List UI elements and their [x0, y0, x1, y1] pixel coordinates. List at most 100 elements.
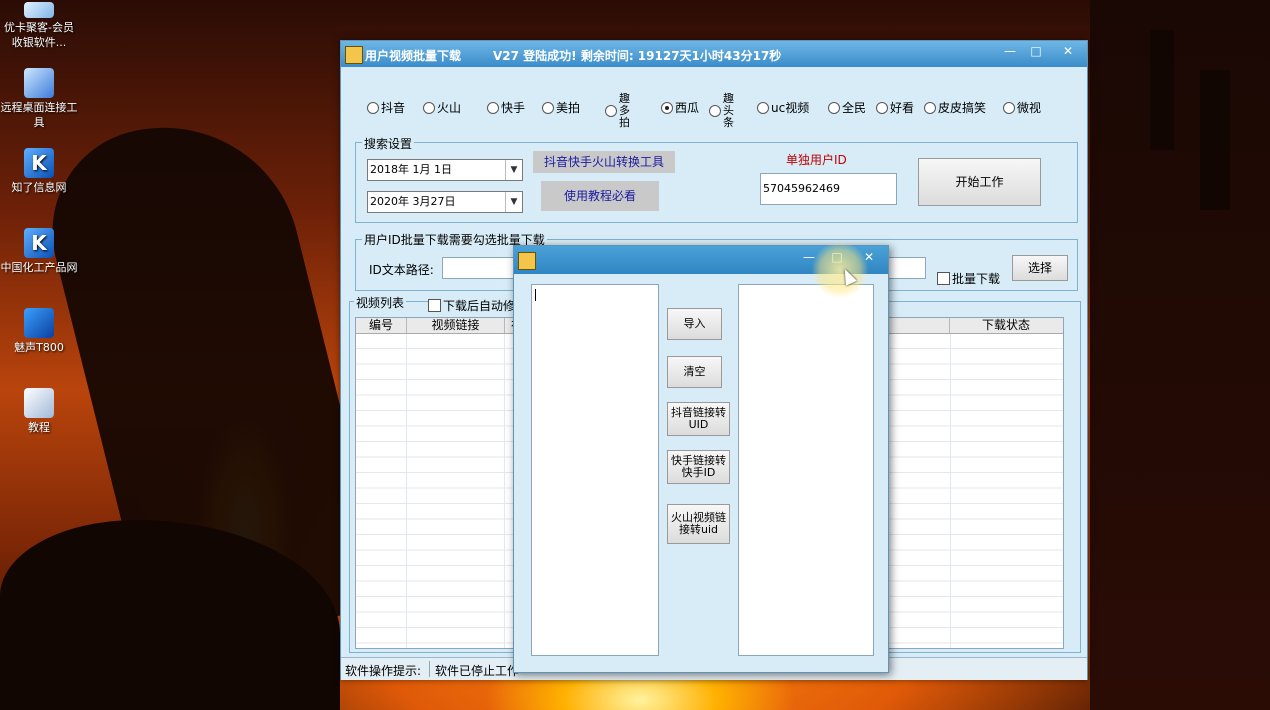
search-settings-title: 搜索设置: [362, 135, 415, 152]
start-date-picker[interactable]: 2018年 1月 1日 ▼: [367, 159, 523, 181]
k-app-icon: K: [24, 148, 54, 178]
douyin-link-to-uid-button[interactable]: 抖音链接转UID: [667, 402, 730, 436]
desktop-icon-label: 魅声T800: [14, 341, 64, 354]
convert-tool-button[interactable]: 抖音快手火山转换工具: [533, 151, 675, 173]
checkbox-label: 批量下载: [952, 272, 1001, 286]
radio-label: 美拍: [556, 101, 581, 115]
window-title: 用户视频批量下载: [365, 49, 462, 63]
radio-label: 趣头条: [723, 92, 734, 129]
radio-xigua[interactable]: 西瓜: [661, 99, 699, 116]
start-work-button[interactable]: 开始工作: [918, 158, 1041, 206]
wallpaper-tower-spire: [1200, 70, 1230, 210]
output-ids-textarea[interactable]: [738, 284, 874, 656]
app-icon: [345, 46, 363, 64]
radio-circle-icon: [828, 102, 840, 114]
import-button[interactable]: 导入: [667, 308, 722, 340]
radio-label: 趣多拍: [619, 92, 630, 129]
end-date-picker[interactable]: 2020年 3月27日 ▼: [367, 191, 523, 213]
single-user-id-label: 单独用户ID: [786, 153, 847, 167]
radio-pipigaoxiao[interactable]: 皮皮搞笑: [924, 99, 986, 116]
radio-circle-icon: [542, 102, 554, 114]
login-status: V27 登陆成功! 剩余时间: 19127天1小时43分17秒: [493, 49, 782, 63]
clear-button[interactable]: 清空: [667, 356, 722, 388]
radio-circle-icon: [876, 102, 888, 114]
radio-circle-icon: [757, 102, 769, 114]
status-divider: [429, 661, 430, 677]
desktop-icon-chemical[interactable]: K 中国化工产品网: [0, 228, 78, 275]
main-titlebar[interactable]: 用户视频批量下载 V27 登陆成功! 剩余时间: 19127天1小时43分17秒…: [341, 41, 1087, 67]
desktop-icon-label: 教程: [28, 421, 50, 434]
radio-label: 抖音: [381, 101, 406, 115]
close-button[interactable]: ✕: [1055, 42, 1081, 60]
k-app-icon: K: [24, 228, 54, 258]
radio-circle-icon: [709, 104, 721, 117]
radio-meipai[interactable]: 美拍: [542, 99, 580, 116]
app-icon: [518, 252, 536, 270]
single-user-id-input[interactable]: 57045962469: [760, 173, 897, 205]
huoshan-link-to-uid-button[interactable]: 火山视频链接转uid: [667, 504, 730, 544]
maximize-button[interactable]: □: [1023, 42, 1049, 60]
radio-label: uc视频: [771, 101, 810, 115]
radio-kuaishou[interactable]: 快手: [487, 99, 525, 116]
radio-circle-icon: [487, 102, 499, 114]
app-icon: [24, 2, 54, 18]
start-date-value: 2018年 1月 1日: [370, 163, 452, 176]
radio-qutoutiao[interactable]: 趣头条: [709, 93, 737, 129]
radio-circle-icon: [605, 104, 617, 117]
column-header-status[interactable]: 下载状态: [951, 318, 1061, 333]
auto-after-download-checkbox[interactable]: 下载后自动修: [428, 297, 516, 314]
radio-circle-icon: [423, 102, 435, 114]
input-links-textarea[interactable]: [531, 284, 659, 656]
radio-weishi[interactable]: 微视: [1003, 99, 1041, 116]
wallpaper-tower-spire: [1150, 30, 1174, 150]
radio-huoshan[interactable]: 火山: [423, 99, 461, 116]
radio-ucvideo[interactable]: uc视频: [757, 99, 809, 116]
status-hint-label: 软件操作提示:: [345, 664, 422, 678]
end-date-value: 2020年 3月27日: [370, 195, 456, 208]
radio-haokan[interactable]: 好看: [876, 99, 914, 116]
column-header-id[interactable]: 编号: [356, 318, 407, 333]
checkbox-label: 下载后自动修: [443, 299, 516, 313]
radio-circle-icon: [924, 102, 936, 114]
radio-label: 皮皮搞笑: [938, 101, 987, 115]
column-header-link[interactable]: 视频链接: [407, 318, 505, 333]
tutorial-button[interactable]: 使用教程必看: [541, 181, 659, 211]
radio-douyin[interactable]: 抖音: [367, 99, 405, 116]
minimize-button[interactable]: —: [997, 42, 1023, 60]
wallpaper-tower-bridge: [1090, 0, 1270, 710]
desktop-icon-youka[interactable]: 优卡聚客-会员收银软件...: [0, 2, 78, 50]
link-convert-dialog: — □ ✕ 导入 清空 抖音链接转UID 快手链接转快手ID 火山视频链接转ui…: [513, 245, 889, 673]
radio-label: 好看: [890, 101, 915, 115]
desktop-icon-label: 知了信息网: [11, 181, 67, 194]
chevron-down-icon[interactable]: ▼: [505, 192, 522, 212]
status-hint-value: 软件已停止工作: [435, 664, 520, 678]
radio-quduopai[interactable]: 趣多拍: [605, 93, 633, 129]
desktop-icon-label: 优卡聚客-会员收银软件...: [4, 21, 74, 49]
audio-wave-icon: [24, 308, 54, 338]
chevron-down-icon[interactable]: ▼: [505, 160, 522, 180]
desktop-icon-remote-desktop[interactable]: 远程桌面连接工具: [0, 68, 78, 130]
radio-circle-icon: [1003, 102, 1015, 114]
radio-circle-icon: [367, 102, 379, 114]
checkbox-icon: [937, 272, 950, 285]
desktop-icon-tutorial[interactable]: 教程: [0, 388, 78, 435]
radio-label: 全民: [842, 101, 867, 115]
radio-label: 快手: [501, 101, 526, 115]
video-list-title: 视频列表: [354, 294, 407, 311]
remote-desktop-icon: [24, 68, 54, 98]
checkbox-icon: [428, 299, 441, 312]
file-shortcut-icon: [24, 388, 54, 418]
batch-download-checkbox[interactable]: 批量下载: [937, 270, 1000, 287]
desktop-icon-zhiliao[interactable]: K 知了信息网: [0, 148, 78, 195]
text-caret: [535, 289, 536, 301]
desktop-icon-label: 远程桌面连接工具: [0, 101, 78, 129]
id-path-label: ID文本路径:: [369, 263, 434, 277]
choose-file-button[interactable]: 选择: [1012, 255, 1068, 281]
radio-label: 微视: [1017, 101, 1042, 115]
radio-label: 西瓜: [675, 101, 700, 115]
kuaishou-link-to-id-button[interactable]: 快手链接转快手ID: [667, 450, 730, 484]
desktop-icon-meisheng[interactable]: 魅声T800: [0, 308, 78, 355]
radio-selected-icon: [661, 102, 673, 114]
radio-quanmin[interactable]: 全民: [828, 99, 866, 116]
radio-label: 火山: [437, 101, 462, 115]
